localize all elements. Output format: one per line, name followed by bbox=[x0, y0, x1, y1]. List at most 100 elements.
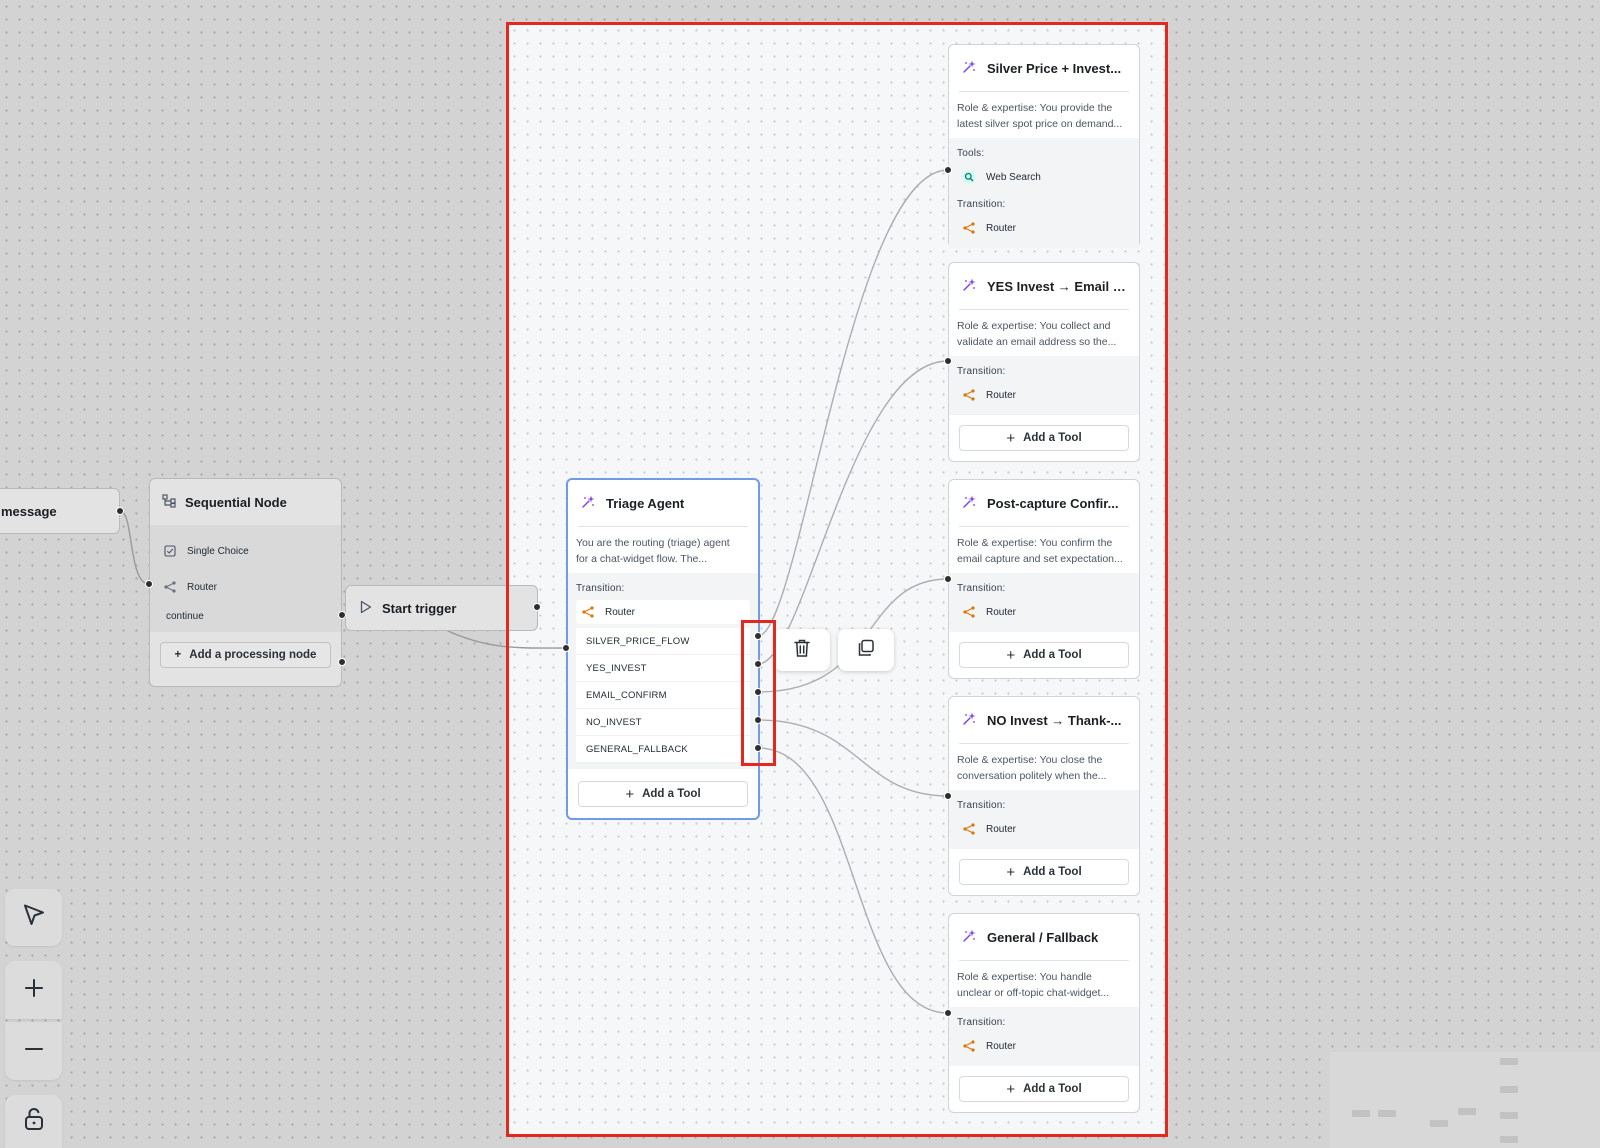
triage-agent-description: You are the routing (triage) agent for a… bbox=[568, 527, 758, 573]
router-row: Router bbox=[957, 600, 1131, 624]
agent-node-silver-price[interactable]: Silver Price + Invest... Role & expertis… bbox=[948, 44, 1140, 248]
agent-sparkle-icon bbox=[580, 494, 596, 513]
add-tool-button[interactable]: + Add a Tool bbox=[959, 425, 1129, 451]
agent-node-post-capture[interactable]: Post-capture Confir... Role & expertise:… bbox=[948, 479, 1140, 679]
minimap-node bbox=[1500, 1112, 1518, 1119]
agent-title: Silver Price + Invest... bbox=[987, 60, 1122, 76]
router-icon bbox=[162, 579, 178, 595]
message-output-handle[interactable] bbox=[116, 507, 124, 515]
plus-icon: + bbox=[1006, 429, 1016, 447]
router-icon bbox=[961, 387, 977, 403]
start-trigger-node[interactable]: Start trigger bbox=[345, 585, 538, 631]
route-handle-yes-invest[interactable] bbox=[754, 660, 762, 668]
triage-add-tool-button[interactable]: + Add a Tool bbox=[578, 781, 748, 807]
add-tool-label: Add a Tool bbox=[1023, 866, 1082, 878]
route-handle-silver-price-flow[interactable] bbox=[754, 632, 762, 640]
plus-icon: + bbox=[1006, 1080, 1016, 1098]
agent-sparkle-icon bbox=[961, 711, 977, 730]
agent-input-handle-no-invest[interactable] bbox=[944, 792, 952, 800]
edge-message-sequential bbox=[119, 510, 150, 585]
add-processing-node-button[interactable]: + Add a processing node bbox=[160, 642, 331, 668]
zoom-in-button[interactable] bbox=[5, 961, 62, 1019]
transition-label: Transition: bbox=[957, 366, 1006, 377]
transition-label: Transition: bbox=[957, 800, 1006, 811]
agent-input-handle-post-capture[interactable] bbox=[944, 575, 952, 583]
sequential-input-handle[interactable] bbox=[145, 580, 153, 588]
delete-edge-button[interactable] bbox=[774, 629, 830, 671]
router-row: Router bbox=[957, 216, 1131, 240]
route-no-invest[interactable]: NO_INVEST bbox=[576, 709, 750, 736]
minimap[interactable] bbox=[1330, 1052, 1600, 1148]
triage-desc-line-1: You are the routing (triage) agent bbox=[576, 537, 730, 549]
route-handle-general-fallback[interactable] bbox=[754, 744, 762, 752]
add-tool-button[interactable]: + Add a Tool bbox=[959, 1076, 1129, 1102]
agent-description: Role & expertise: You provide the latest… bbox=[949, 92, 1139, 138]
route-yes-invest[interactable]: YES_INVEST bbox=[576, 655, 750, 682]
router-row: Router bbox=[957, 1034, 1131, 1058]
router-icon bbox=[580, 604, 596, 620]
agent-sparkle-icon bbox=[961, 59, 977, 78]
start-trigger-output-handle[interactable] bbox=[533, 603, 541, 611]
duplicate-button[interactable] bbox=[838, 629, 894, 671]
triage-input-handle[interactable] bbox=[562, 644, 570, 652]
sequential-node-title: Sequential Node bbox=[185, 494, 287, 510]
triage-agent-node[interactable]: Triage Agent You are the routing (triage… bbox=[566, 478, 760, 820]
transition-label: Transition: bbox=[957, 199, 1006, 210]
agent-title: NO Invest → Thank-... bbox=[987, 712, 1122, 728]
agent-sparkle-icon bbox=[961, 928, 977, 947]
router-label: Router bbox=[986, 823, 1017, 835]
minimap-node bbox=[1500, 1058, 1518, 1065]
route-silver-price-flow[interactable]: SILVER_PRICE_FLOW bbox=[576, 628, 750, 655]
copy-icon bbox=[857, 639, 875, 662]
play-icon bbox=[360, 600, 372, 617]
select-tool-button[interactable] bbox=[5, 889, 62, 946]
agent-desc-line-1: Role & expertise: You provide the bbox=[957, 102, 1113, 114]
triage-router-label: Router bbox=[605, 606, 636, 618]
agent-desc-line-1: Role & expertise: You handle bbox=[957, 971, 1092, 983]
minimap-node bbox=[1500, 1136, 1518, 1143]
lock-toggle-button[interactable] bbox=[5, 1095, 62, 1148]
minimap-node bbox=[1378, 1110, 1396, 1117]
sequential-continue-handle[interactable] bbox=[338, 611, 346, 619]
agent-title: General / Fallback bbox=[987, 929, 1099, 945]
agent-sparkle-icon bbox=[961, 494, 977, 513]
router-icon bbox=[961, 821, 977, 837]
add-processing-node-label: Add a processing node bbox=[189, 649, 317, 661]
router-row: Router bbox=[957, 383, 1131, 407]
agent-title: Post-capture Confir... bbox=[987, 495, 1119, 511]
route-general-fallback[interactable]: GENERAL_FALLBACK bbox=[576, 736, 750, 763]
agent-input-handle-yes-invest[interactable] bbox=[944, 357, 952, 365]
web-search-icon bbox=[961, 169, 977, 185]
agent-desc-line-2: latest silver spot price on demand... bbox=[957, 118, 1123, 130]
add-tool-button[interactable]: + Add a Tool bbox=[959, 642, 1129, 668]
agent-node-yes-invest[interactable]: YES Invest → Email I... Role & expertise… bbox=[948, 262, 1140, 462]
route-handle-no-invest[interactable] bbox=[754, 716, 762, 724]
add-tool-button[interactable]: + Add a Tool bbox=[959, 859, 1129, 885]
single-choice-label: Single Choice bbox=[187, 545, 249, 557]
message-node[interactable]: message bbox=[0, 488, 120, 534]
agent-desc-line-2: validate an email address so the... bbox=[957, 336, 1117, 348]
minimap-node bbox=[1500, 1086, 1518, 1093]
tool-web-search[interactable]: Web Search bbox=[957, 165, 1131, 189]
agent-input-handle-silver-price[interactable] bbox=[944, 166, 952, 174]
agent-title: YES Invest → Email I... bbox=[987, 278, 1127, 294]
add-tool-label: Add a Tool bbox=[1023, 1083, 1082, 1095]
router-label: Router bbox=[187, 581, 218, 593]
route-handle-email-confirm[interactable] bbox=[754, 688, 762, 696]
triage-add-tool-label: Add a Tool bbox=[642, 788, 701, 800]
agent-node-general-fallback[interactable]: General / Fallback Role & expertise: You… bbox=[948, 913, 1140, 1113]
flow-canvas[interactable]: message Sequential Node Single Choice Ro… bbox=[0, 0, 1600, 1148]
plus-icon bbox=[23, 977, 45, 1004]
unlock-icon bbox=[23, 1107, 45, 1136]
add-tool-label: Add a Tool bbox=[1023, 432, 1082, 444]
sequential-node[interactable]: Sequential Node Single Choice Router con… bbox=[149, 478, 342, 687]
agent-input-handle-general-fallback[interactable] bbox=[944, 1009, 952, 1017]
sequential-add-handle[interactable] bbox=[338, 658, 346, 666]
route-email-confirm[interactable]: EMAIL_CONFIRM bbox=[576, 682, 750, 709]
zoom-out-button[interactable] bbox=[5, 1022, 62, 1080]
agent-desc-line-1: Role & expertise: You confirm the bbox=[957, 537, 1113, 549]
minimap-node bbox=[1458, 1108, 1476, 1115]
router-icon bbox=[961, 220, 977, 236]
triage-router-row: Router bbox=[576, 600, 750, 624]
agent-node-no-invest[interactable]: NO Invest → Thank-... Role & expertise: … bbox=[948, 696, 1140, 896]
